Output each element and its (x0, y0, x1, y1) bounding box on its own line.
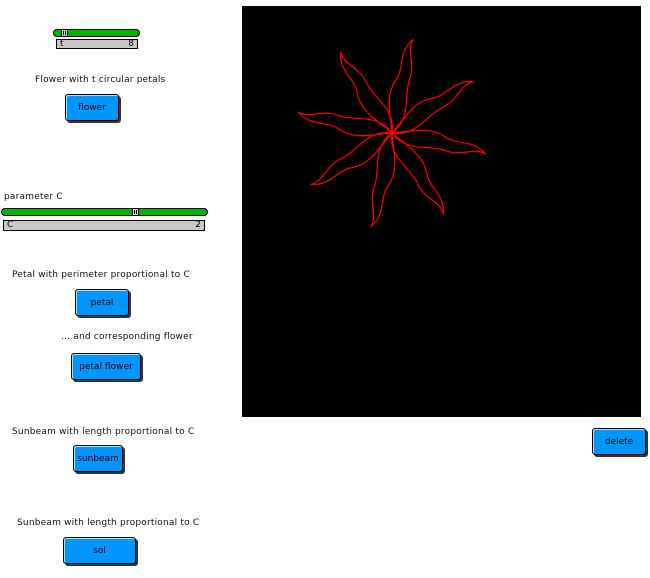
sol-caption: Sunbeam with length proportional to C (17, 518, 200, 528)
petal-button[interactable]: petal (75, 289, 129, 316)
c-slider-track[interactable] (1, 208, 208, 216)
delete-button[interactable]: delete (592, 428, 646, 455)
t-slider[interactable]: t 8 (53, 29, 140, 51)
t-slider-name: t (60, 39, 64, 49)
t-slider-readout: t 8 (56, 39, 138, 49)
flower-petal (297, 111, 393, 137)
sol-button[interactable]: sol (63, 537, 136, 564)
c-slider-value: 2 (195, 220, 201, 230)
drawing-canvas[interactable] (242, 6, 641, 417)
t-slider-thumb[interactable] (61, 29, 68, 37)
flower-drawing (297, 38, 487, 228)
flower-petal (388, 38, 414, 134)
c-slider-thumb[interactable] (132, 208, 139, 216)
flower-petal (370, 132, 396, 228)
flower-petal (391, 129, 487, 155)
flower-caption: Flower with t circular petals (35, 75, 166, 85)
t-slider-value: 8 (128, 39, 134, 49)
sunbeam-caption: Sunbeam with length proportional to C (12, 427, 195, 437)
c-slider-name: C (7, 220, 14, 230)
sunbeam-button[interactable]: sunbeam (73, 445, 123, 472)
flower-button[interactable]: flower (65, 94, 119, 121)
parameter-c-label: parameter C (4, 192, 63, 202)
c-slider[interactable]: C 2 (1, 208, 208, 232)
petal-flower-caption: ... and corresponding flower (61, 332, 193, 342)
petal-flower-button[interactable]: petal flower (71, 353, 141, 380)
c-slider-readout: C 2 (3, 220, 205, 231)
petal-caption: Petal with perimeter proportional to C (12, 270, 190, 280)
